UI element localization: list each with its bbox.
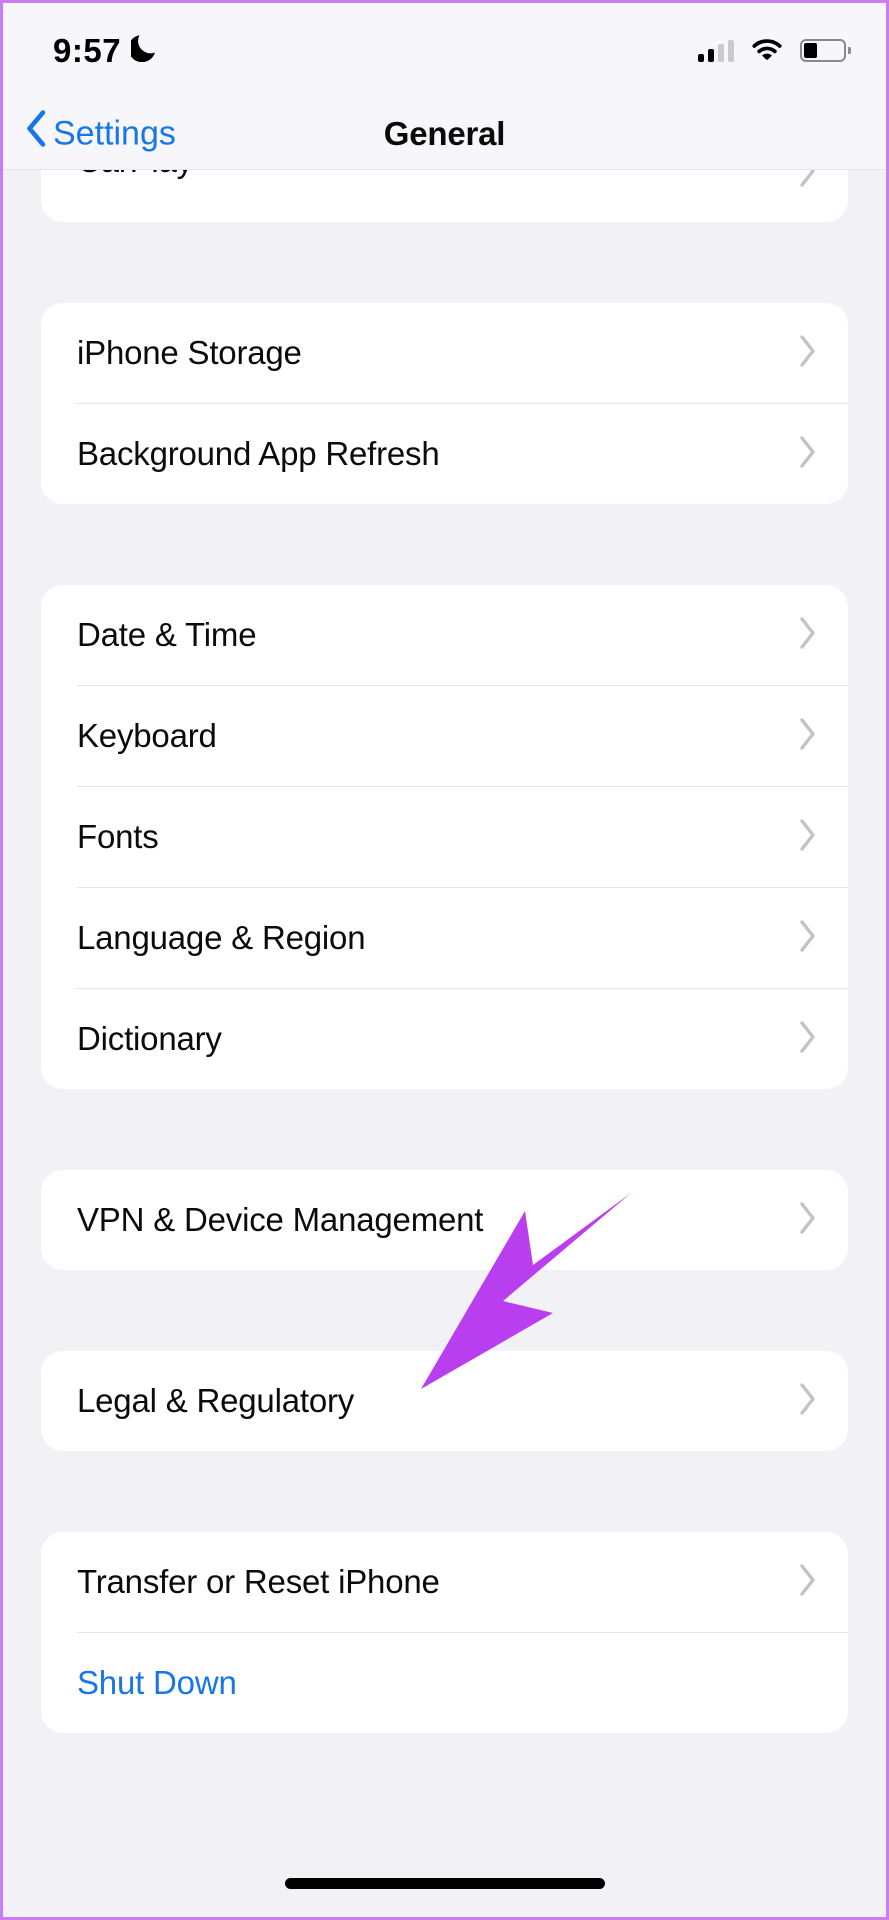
status-indicators [698,36,851,65]
group-legal: Legal & Regulatory [41,1351,848,1451]
settings-row[interactable]: Transfer or Reset iPhone [41,1532,848,1632]
group-gap [3,1089,886,1170]
group-vpn: VPN & Device Management [41,1170,848,1270]
settings-list[interactable]: CarPlay iPhone Storage Background App Refr… [3,170,886,1917]
status-time: 9:57 [53,31,122,69]
settings-row[interactable]: iPhone Storage [41,303,848,403]
settings-row[interactable]: Dictionary [41,989,848,1089]
group-storage: iPhone Storage Background App Refresh [41,303,848,504]
settings-row[interactable]: Fonts [41,787,848,887]
cellular-signal-icon [698,39,734,62]
chevron-right-icon [798,170,818,193]
settings-row[interactable]: Keyboard [41,686,848,786]
group-gap [3,504,886,585]
group-gap [3,1270,886,1351]
wifi-icon [751,36,783,65]
settings-row-label: CarPlay [77,170,193,180]
settings-row-label: Legal & Regulatory [77,1382,355,1419]
chevron-right-icon [798,1020,818,1059]
settings-row[interactable]: Shut Down [41,1633,848,1733]
chevron-right-icon [798,1563,818,1602]
settings-row[interactable]: CarPlay [41,170,848,222]
settings-row-label: Transfer or Reset iPhone [77,1563,440,1600]
chevron-right-icon [798,919,818,958]
settings-row[interactable]: VPN & Device Management [41,1170,848,1270]
settings-row-label: Dictionary [77,1020,222,1057]
page-title: General [383,114,506,152]
home-indicator-bar [284,1878,605,1889]
group-carplay: CarPlay [41,170,848,222]
settings-row[interactable]: Language & Region [41,888,848,988]
chevron-right-icon [798,435,818,474]
navigation-bar: Settings General [3,98,886,170]
settings-row-label: Shut Down [77,1664,237,1701]
settings-row[interactable]: Date & Time [41,585,848,685]
settings-row-label: Fonts [77,818,159,855]
chevron-right-icon [798,1201,818,1240]
settings-row-label: Background App Refresh [77,435,440,472]
settings-groups: CarPlay iPhone Storage Background App Refr… [3,170,886,1733]
group-reset: Transfer or Reset iPhone Shut Down [41,1532,848,1733]
settings-row-label: iPhone Storage [77,334,302,371]
chevron-right-icon [798,717,818,756]
chevron-right-icon [798,818,818,857]
settings-row[interactable]: Legal & Regulatory [41,1351,848,1451]
chevron-right-icon [798,1382,818,1421]
battery-icon [800,39,851,62]
settings-row-label: Keyboard [77,717,217,754]
chevron-right-icon [798,616,818,655]
settings-row-label: VPN & Device Management [77,1201,484,1238]
phone-screen: 9:57 Settings General iPhone Storage Bac… [3,3,886,1917]
group-localization: Date & Time Keyboard Fonts Language & Regio… [41,585,848,1089]
settings-row-label: Date & Time [77,616,257,653]
group-gap [3,1451,886,1532]
chevron-right-icon [798,334,818,373]
moon-icon [128,32,159,70]
status-bar: 9:57 [3,3,886,98]
group-gap [3,222,886,303]
status-time-group: 9:57 [53,32,159,70]
settings-row[interactable]: Background App Refresh [41,404,848,504]
settings-row-label: Language & Region [77,919,366,956]
